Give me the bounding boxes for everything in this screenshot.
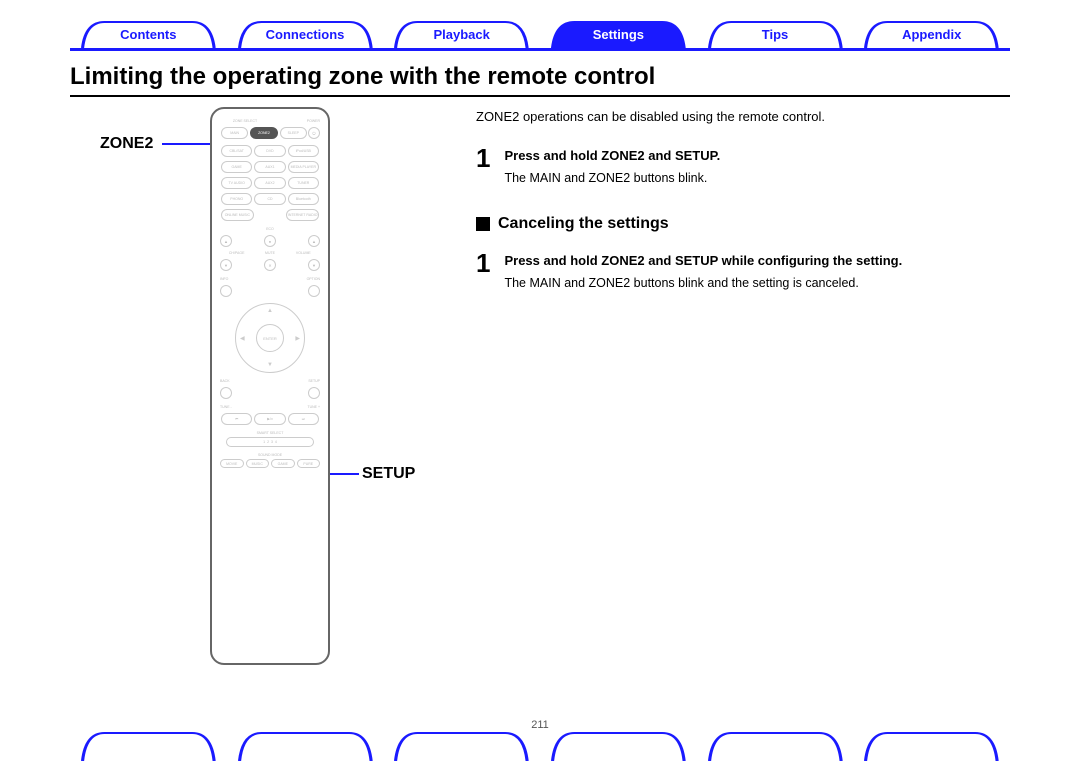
subheading-canceling: Canceling the settings bbox=[476, 212, 1010, 236]
step-2-title: Press and hold ZONE2 and SETUP while con… bbox=[504, 251, 902, 271]
remote-btn-sleep: SLEEP bbox=[280, 127, 307, 139]
tab-playback[interactable]: Playback bbox=[383, 20, 540, 48]
step-2-desc: The MAIN and ZONE2 buttons blink and the… bbox=[504, 274, 902, 293]
nav-tabs: Contents Connections Playback Settings T… bbox=[70, 20, 1010, 51]
remote-btn-main: MAIN bbox=[221, 127, 248, 139]
step-1-title: Press and hold ZONE2 and SETUP. bbox=[504, 146, 720, 166]
step-1-number: 1 bbox=[476, 145, 490, 188]
remote-illustration: ZONE2 SETUP ZONE SELECTPOWER MAIN ZONE2 … bbox=[70, 107, 470, 667]
tab-appendix[interactable]: Appendix bbox=[853, 20, 1010, 48]
callout-zone2-label: ZONE2 bbox=[100, 135, 153, 153]
step-2: 1 Press and hold ZONE2 and SETUP while c… bbox=[476, 250, 1010, 293]
remote-dpad: ▲ ▼ ◀ ▶ ENTER bbox=[235, 303, 305, 373]
tab-contents[interactable]: Contents bbox=[70, 20, 227, 48]
remote-body: ZONE SELECTPOWER MAIN ZONE2 SLEEP ⏻ CBL/… bbox=[210, 107, 330, 665]
intro-text: ZONE2 operations can be disabled using t… bbox=[476, 107, 1010, 127]
step-2-number: 1 bbox=[476, 250, 490, 293]
tab-connections[interactable]: Connections bbox=[227, 20, 384, 48]
remote-btn-setup bbox=[308, 387, 320, 399]
step-1: 1 Press and hold ZONE2 and SETUP. The MA… bbox=[476, 145, 1010, 188]
step-1-desc: The MAIN and ZONE2 buttons blink. bbox=[504, 169, 720, 188]
bottom-tab-ornaments bbox=[70, 729, 1010, 761]
remote-btn-back bbox=[220, 387, 232, 399]
remote-btn-zone2: ZONE2 bbox=[250, 127, 277, 139]
title-rule bbox=[70, 95, 1010, 97]
remote-btn-power: ⏻ bbox=[308, 127, 320, 139]
callout-setup-label: SETUP bbox=[362, 465, 415, 483]
page-title: Limiting the operating zone with the rem… bbox=[70, 63, 1010, 91]
tab-settings[interactable]: Settings bbox=[540, 20, 697, 48]
tab-tips[interactable]: Tips bbox=[697, 20, 854, 48]
